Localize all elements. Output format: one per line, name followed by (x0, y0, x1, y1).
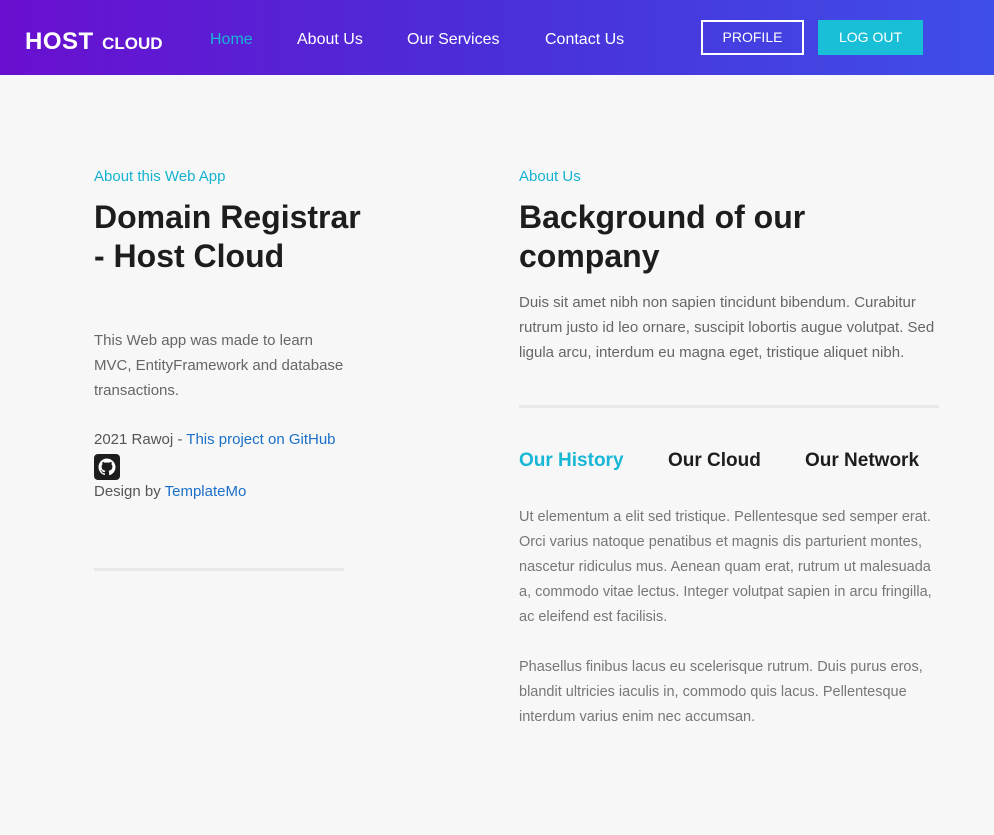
tab-content-paragraph-1: Ut elementum a elit sed tristique. Pelle… (519, 509, 932, 625)
github-project-link[interactable]: This project on GitHub (186, 431, 335, 448)
about-us-eyebrow: About Us (519, 168, 581, 185)
design-credit: Design by TemplateMo (94, 483, 246, 500)
design-prefix: Design by (94, 483, 165, 500)
nav-link-contact-us[interactable]: Contact Us (545, 31, 624, 49)
credit-line: 2021 Rawoj - This project on GitHub (94, 431, 336, 448)
navbar: HOST CLOUD Home About Us Our Services Co… (0, 0, 994, 75)
about-app-eyebrow: About this Web App (94, 168, 226, 185)
brand-logo[interactable]: HOST CLOUD (25, 28, 163, 56)
github-icon[interactable] (94, 454, 120, 480)
nav-link-our-services[interactable]: Our Services (407, 31, 499, 49)
templatemo-link[interactable]: TemplateMo (165, 483, 247, 500)
brand-main: HOST (25, 28, 94, 55)
about-app-description: This Web app was made to learn MVC, Enti… (94, 332, 344, 399)
credit-prefix: 2021 Rawoj - (94, 431, 187, 448)
tab-our-history[interactable]: Our History (519, 450, 624, 472)
nav-link-about-us[interactable]: About Us (297, 31, 363, 49)
tab-our-network[interactable]: Our Network (805, 450, 919, 472)
brand-sub: CLOUD (102, 34, 163, 53)
profile-button[interactable]: PROFILE (701, 20, 804, 55)
tab-content-paragraph-2: Phasellus finibus lacus eu scelerisque r… (519, 659, 923, 725)
nav-link-home[interactable]: Home (210, 31, 253, 49)
about-us-heading: Background of our company (519, 199, 806, 274)
logout-button[interactable]: LOG OUT (818, 20, 923, 55)
about-app-heading: Domain Registrar - Host Cloud (94, 199, 361, 274)
tab-our-cloud[interactable]: Our Cloud (668, 450, 761, 472)
right-divider (519, 405, 939, 408)
about-us-intro: Duis sit amet nibh non sapien tincidunt … (519, 294, 935, 361)
left-divider (94, 568, 344, 571)
